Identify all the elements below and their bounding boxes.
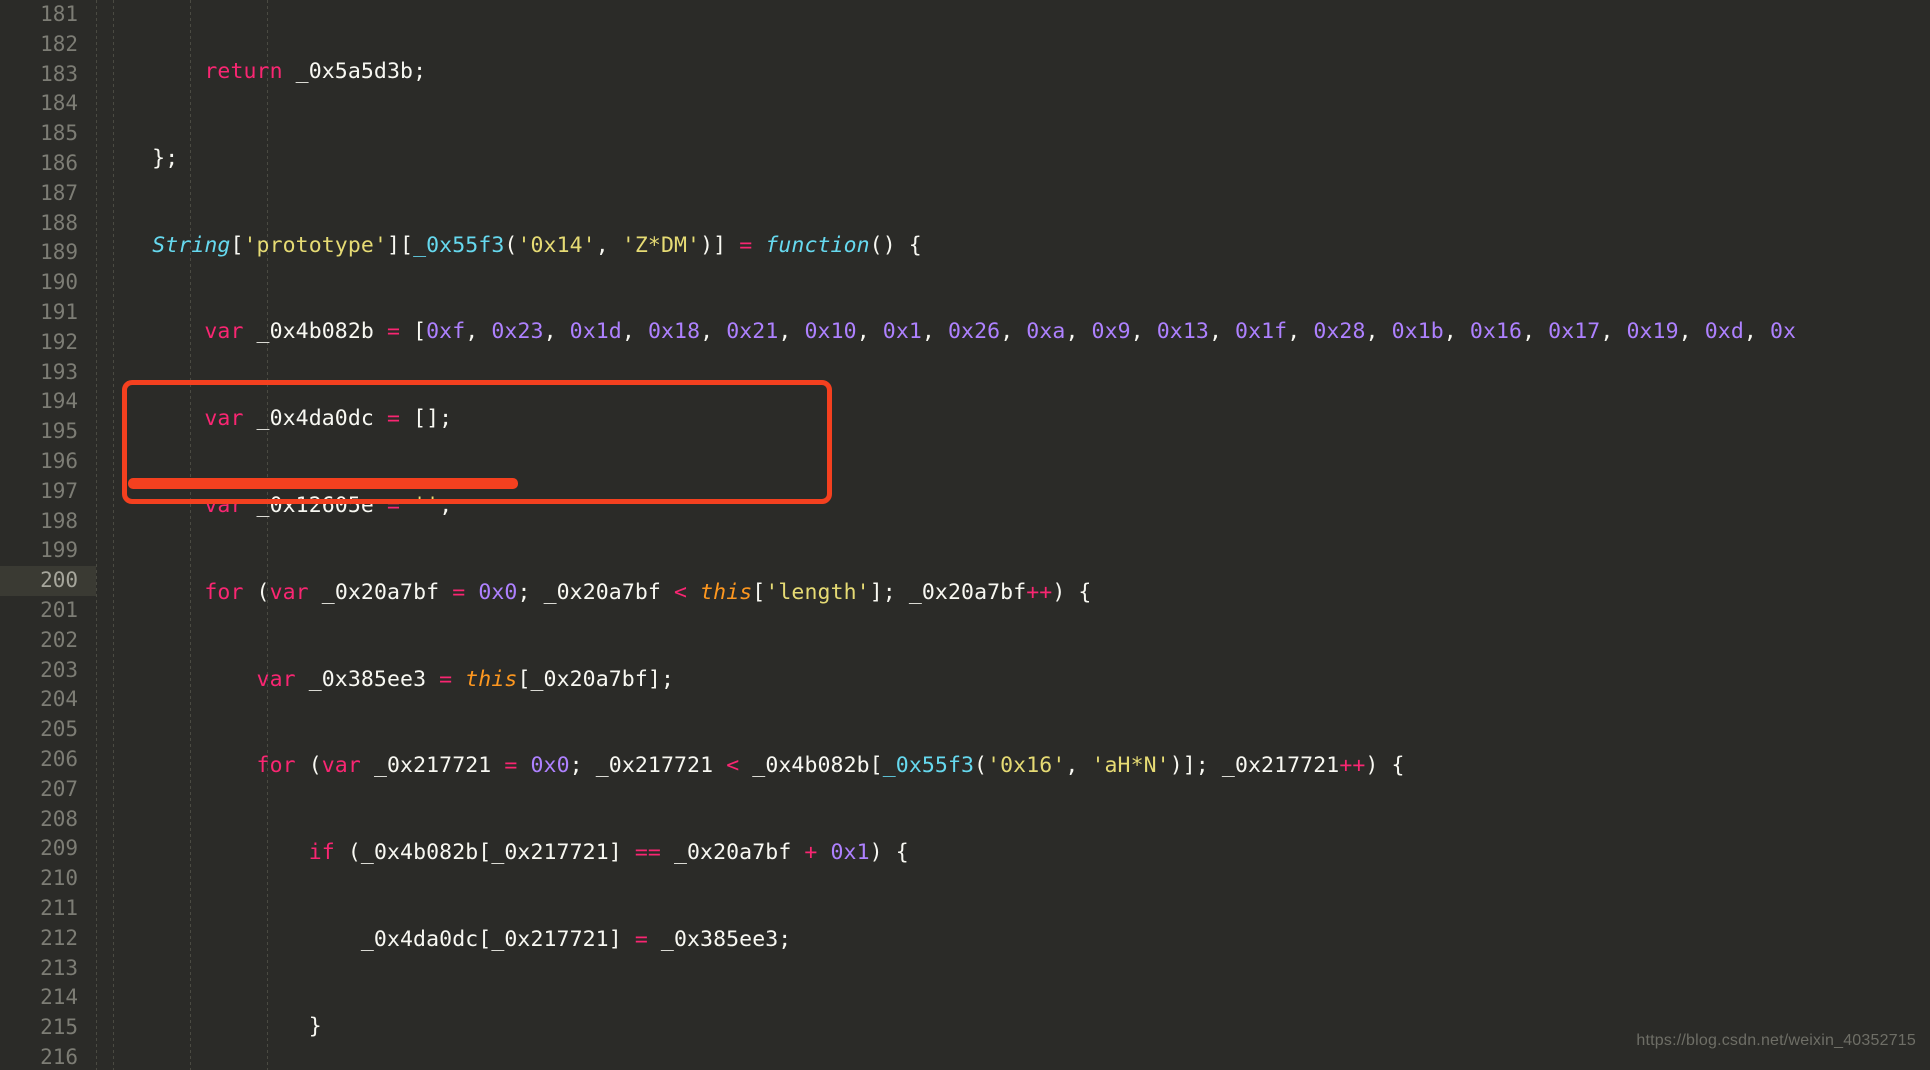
line-number[interactable]: 211 [0, 894, 96, 924]
line-number[interactable]: 205 [0, 715, 96, 745]
line-number[interactable]: 191 [0, 298, 96, 328]
line-number[interactable]: 183 [0, 60, 96, 90]
line-number[interactable]: 193 [0, 358, 96, 388]
line-number[interactable]: 182 [0, 30, 96, 60]
line-number[interactable]: 192 [0, 328, 96, 358]
line-number[interactable]: 187 [0, 179, 96, 209]
line-number[interactable]: 201 [0, 596, 96, 626]
line-number[interactable]: 210 [0, 864, 96, 894]
line-number[interactable]: 206 [0, 745, 96, 775]
line-number[interactable]: 199 [0, 536, 96, 566]
line-number[interactable]: 207 [0, 775, 96, 805]
code-line-182[interactable]: }; [100, 144, 1930, 174]
line-number[interactable]: 197 [0, 477, 96, 507]
line-number[interactable]: 185 [0, 119, 96, 149]
line-number[interactable]: 189 [0, 238, 96, 268]
line-number[interactable]: 190 [0, 268, 96, 298]
line-number[interactable]: 204 [0, 685, 96, 715]
gutter-separator [96, 0, 97, 1070]
line-number[interactable]: 215 [0, 1013, 96, 1043]
line-number-gutter[interactable]: 181 182 183 184 185 186 187 188 189 190 … [0, 0, 96, 1070]
code-line-187[interactable]: for (var _0x20a7bf = 0x0; _0x20a7bf < th… [100, 578, 1930, 608]
line-number[interactable]: 203 [0, 656, 96, 686]
code-line-186[interactable]: var _0x12605e = ''; [100, 491, 1930, 521]
code-line-188[interactable]: var _0x385ee3 = this[_0x20a7bf]; [100, 665, 1930, 695]
line-number[interactable]: 209 [0, 834, 96, 864]
code-line-185[interactable]: var _0x4da0dc = []; [100, 404, 1930, 434]
code-line-181[interactable]: return _0x5a5d3b; [100, 57, 1930, 87]
line-number[interactable]: 194 [0, 387, 96, 417]
watermark-url: https://blog.csdn.net/weixin_40352715 [1636, 1032, 1916, 1049]
line-number[interactable]: 212 [0, 924, 96, 954]
code-line-189[interactable]: for (var _0x217721 = 0x0; _0x217721 < _0… [100, 751, 1930, 781]
line-number[interactable]: 216 [0, 1043, 96, 1070]
code-line-183[interactable]: String['prototype'][_0x55f3('0x14', 'Z*D… [100, 231, 1930, 261]
line-number[interactable]: 195 [0, 417, 96, 447]
line-number[interactable]: 186 [0, 149, 96, 179]
line-number[interactable]: 198 [0, 507, 96, 537]
line-number-active[interactable]: 200 [0, 566, 96, 596]
code-line-190[interactable]: if (_0x4b082b[_0x217721] == _0x20a7bf + … [100, 838, 1930, 868]
code-editor[interactable]: 181 182 183 184 185 186 187 188 189 190 … [0, 0, 1930, 1070]
code-content[interactable]: return _0x5a5d3b; }; String['prototype']… [100, 0, 1930, 1070]
line-number[interactable]: 181 [0, 0, 96, 30]
code-line-191[interactable]: _0x4da0dc[_0x217721] = _0x385ee3; [100, 925, 1930, 955]
line-number[interactable]: 202 [0, 626, 96, 656]
line-number[interactable]: 196 [0, 447, 96, 477]
line-number[interactable]: 213 [0, 954, 96, 984]
line-number[interactable]: 214 [0, 983, 96, 1013]
annotation-red-underline [128, 478, 518, 489]
code-line-184[interactable]: var _0x4b082b = [0xf, 0x23, 0x1d, 0x18, … [100, 317, 1930, 347]
line-number[interactable]: 184 [0, 89, 96, 119]
line-number[interactable]: 208 [0, 805, 96, 835]
line-number[interactable]: 188 [0, 209, 96, 239]
